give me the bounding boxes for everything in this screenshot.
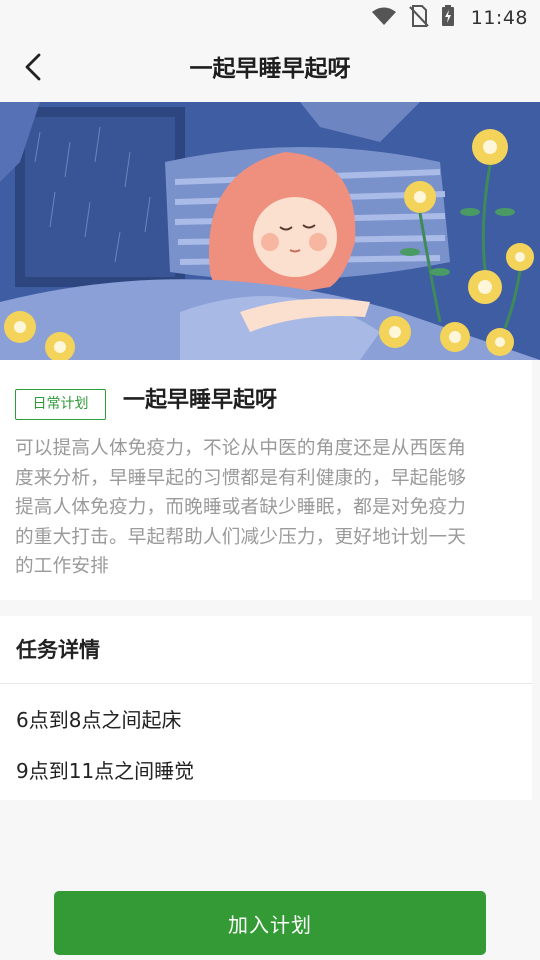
sleeping-girl-illustration — [0, 102, 540, 360]
banner-image — [0, 102, 540, 360]
battery-charging-icon — [441, 5, 455, 31]
chevron-left-icon — [23, 52, 43, 86]
description-line: 的重大打击。早起帮助人们减少压力，更好地计划一天 — [15, 526, 467, 548]
status-bar: 11:48 — [0, 0, 540, 36]
status-icons: 11:48 — [371, 5, 528, 31]
back-button[interactable] — [14, 50, 52, 88]
description-line: 提高人体免疫力，而晚睡或者缺少睡眠，都是对免疫力 — [15, 497, 467, 518]
task-detail-card: 任务详情 6点到8点之间起床 9点到11点之间睡觉 — [0, 616, 532, 800]
description-line: 可以提高人体免疫力，不论从中医的角度还是从西医角 — [15, 438, 467, 459]
plan-intro-card: 日常计划 一起早睡早起呀 可以提高人体免疫力，不论从中医的角度还是从西医角 度来… — [0, 360, 532, 600]
description-line: 的工作安排 — [15, 556, 109, 577]
join-plan-button[interactable]: 加入计划 — [54, 891, 486, 955]
task-detail-title: 任务详情 — [16, 638, 100, 662]
nav-bar: 一起早睡早起呀 — [0, 36, 540, 102]
divider — [0, 683, 532, 684]
no-sim-icon — [409, 5, 429, 31]
page-title: 一起早睡早起呀 — [189, 56, 351, 82]
wifi-icon — [371, 6, 397, 30]
plan-title: 一起早睡早起呀 — [123, 388, 278, 413]
description-line: 度来分析，早睡早起的习惯都是有利健康的，早起能够 — [15, 467, 467, 489]
task-item: 9点到11点之间睡觉 — [16, 759, 195, 783]
plan-description: 可以提高人体免疫力，不论从中医的角度还是从西医角 度来分析，早睡早起的习惯都是有… — [15, 434, 523, 582]
plan-type-tag: 日常计划 — [15, 389, 106, 420]
status-time: 11:48 — [470, 7, 528, 29]
task-item: 6点到8点之间起床 — [16, 708, 182, 732]
